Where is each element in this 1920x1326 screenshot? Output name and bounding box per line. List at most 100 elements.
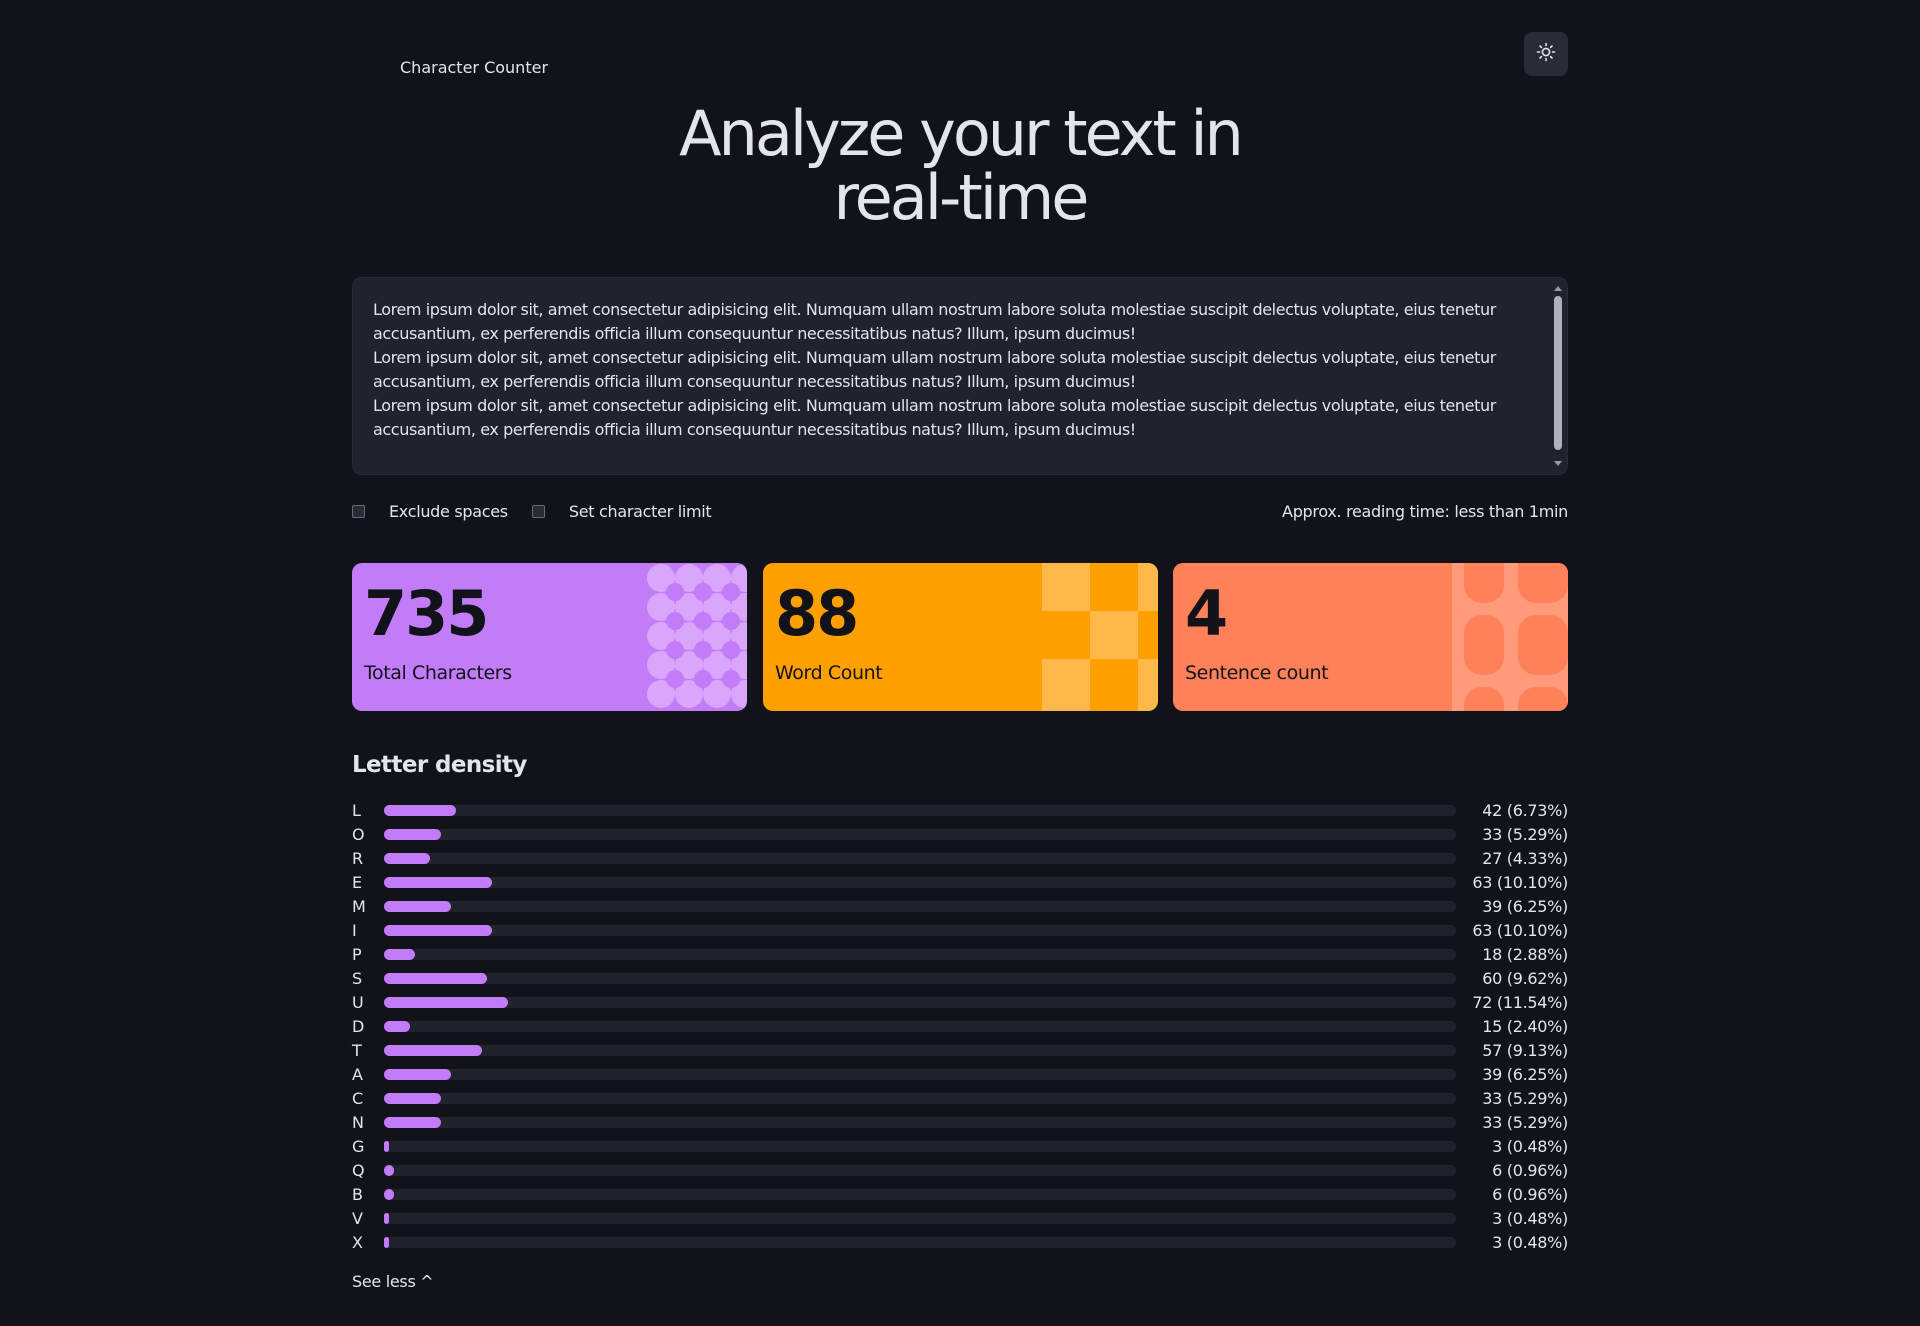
exclude-spaces-label[interactable]: Exclude spaces [389, 502, 508, 521]
letter-label: O [352, 824, 365, 844]
letter-count: 33 (5.29%) [1482, 1088, 1568, 1108]
density-bar-track [384, 804, 1456, 816]
density-bar-fill [384, 1212, 390, 1224]
letter-count: 60 (9.62%) [1482, 968, 1568, 988]
text-input[interactable]: Lorem ipsum dolor sit, amet consectetur … [373, 298, 1537, 458]
sentence-count-card: 4 Sentence count [1173, 563, 1568, 711]
density-bar-track [384, 972, 1456, 984]
letter-label: S [352, 968, 363, 988]
density-bar-fill [384, 1140, 390, 1152]
letter-count: 6 (0.96%) [1492, 1184, 1568, 1204]
page-title-line1: Analyze your text in [679, 97, 1244, 170]
letter-density-row: L 42 (6.73%) [352, 798, 1568, 822]
page-title: Analyze your text in real-time [0, 102, 1920, 230]
density-bar-fill [384, 1164, 395, 1176]
word-count-card: 88 Word Count [763, 563, 1158, 711]
letter-count: 63 (10.10%) [1472, 920, 1568, 940]
letter-label: U [352, 992, 364, 1012]
density-bar-fill [384, 1236, 390, 1248]
letter-density-title: Letter density [352, 752, 527, 778]
reading-time: Approx. reading time: less than 1min [1282, 501, 1568, 521]
total-characters-label: Total Characters [364, 662, 512, 684]
letter-count: 15 (2.40%) [1482, 1016, 1568, 1036]
letter-density-row: S 60 (9.62%) [352, 966, 1568, 990]
letter-label: D [352, 1016, 365, 1036]
letter-density-row: I 63 (10.10%) [352, 918, 1568, 942]
letter-label: Q [352, 1160, 365, 1180]
letter-count: 39 (6.25%) [1482, 1064, 1568, 1084]
density-bar-track [384, 876, 1456, 888]
density-bar-track [384, 1068, 1456, 1080]
page-title-line2: real-time [833, 161, 1090, 234]
letter-density-row: B 6 (0.96%) [352, 1182, 1568, 1206]
letter-count: 57 (9.13%) [1482, 1040, 1568, 1060]
letter-density-row: G 3 (0.48%) [352, 1134, 1568, 1158]
char-limit-checkbox[interactable] [531, 504, 545, 518]
letter-density-row: R 27 (4.33%) [352, 846, 1568, 870]
letter-label: P [352, 944, 362, 964]
text-input-container: Lorem ipsum dolor sit, amet consectetur … [352, 277, 1568, 475]
letter-count: 39 (6.25%) [1482, 896, 1568, 916]
density-bar-track [384, 1236, 1456, 1248]
density-bar-fill [384, 1044, 482, 1056]
density-bar-track [384, 1020, 1456, 1032]
density-bar-fill [384, 1092, 441, 1104]
density-bar-track [384, 924, 1456, 936]
density-bar-track [384, 1212, 1456, 1224]
letter-density-row: V 3 (0.48%) [352, 1206, 1568, 1230]
total-characters-value: 735 [364, 577, 489, 650]
letter-density-row: N 33 (5.29%) [352, 1110, 1568, 1134]
density-bar-fill [384, 948, 415, 960]
scroll-down-arrow-icon[interactable] [1554, 461, 1562, 466]
letter-count: 72 (11.54%) [1472, 992, 1568, 1012]
letter-density-row: D 15 (2.40%) [352, 1014, 1568, 1038]
density-bar-track [384, 1116, 1456, 1128]
letter-label: C [352, 1088, 364, 1108]
density-bar-track [384, 1188, 1456, 1200]
letter-label: G [352, 1136, 365, 1156]
see-less-button[interactable]: See less ^ [352, 1272, 434, 1291]
letter-density-row: T 57 (9.13%) [352, 1038, 1568, 1062]
letter-label: N [352, 1112, 364, 1132]
letter-density-row: E 63 (10.10%) [352, 870, 1568, 894]
text-input-scrollbar[interactable] [1551, 280, 1565, 472]
letter-count: 42 (6.73%) [1482, 800, 1568, 820]
letter-density-row: U 72 (11.54%) [352, 990, 1568, 1014]
density-bar-fill [384, 828, 441, 840]
theme-toggle-button[interactable] [1524, 32, 1568, 76]
letter-label: V [352, 1208, 363, 1228]
letter-density-row: X 3 (0.48%) [352, 1230, 1568, 1254]
letter-count: 63 (10.10%) [1472, 872, 1568, 892]
letter-label: L [352, 800, 361, 820]
density-bar-fill [384, 1068, 451, 1080]
letter-label: I [352, 920, 357, 940]
letter-count: 18 (2.88%) [1482, 944, 1568, 964]
density-bar-fill [384, 1020, 410, 1032]
exclude-spaces-checkbox[interactable] [352, 504, 365, 518]
total-characters-card: 735 Total Characters [352, 563, 747, 711]
word-count-label: Word Count [775, 662, 883, 684]
circle-pattern-decoration [647, 564, 747, 708]
char-limit-label[interactable]: Set character limit [569, 502, 712, 521]
scroll-up-arrow-icon[interactable] [1554, 286, 1562, 291]
sentence-count-value: 4 [1185, 577, 1228, 650]
density-bar-track [384, 1092, 1456, 1104]
checker-pattern-decoration [1042, 563, 1158, 711]
letter-label: R [352, 848, 364, 868]
letter-label: B [352, 1184, 363, 1204]
density-bar-track [384, 1164, 1456, 1176]
density-bar-track [384, 948, 1456, 960]
density-bar-track [384, 900, 1456, 912]
density-bar-fill [384, 852, 431, 864]
scroll-thumb[interactable] [1554, 296, 1562, 450]
rounded-square-pattern-decoration [1452, 563, 1568, 711]
density-bar-track [384, 1140, 1456, 1152]
letter-density-list: L 42 (6.73%) O 33 (5.29%) R 27 (4.33%) E 63 (10… [352, 798, 1568, 1254]
letter-density-row: P 18 (2.88%) [352, 942, 1568, 966]
brand[interactable]: Character Counter [400, 58, 548, 77]
letter-count: 6 (0.96%) [1492, 1160, 1568, 1180]
word-count-value: 88 [775, 577, 859, 650]
density-bar-track [384, 996, 1456, 1008]
letter-count: 3 (0.48%) [1492, 1232, 1568, 1252]
letter-density-row: O 33 (5.29%) [352, 822, 1568, 846]
